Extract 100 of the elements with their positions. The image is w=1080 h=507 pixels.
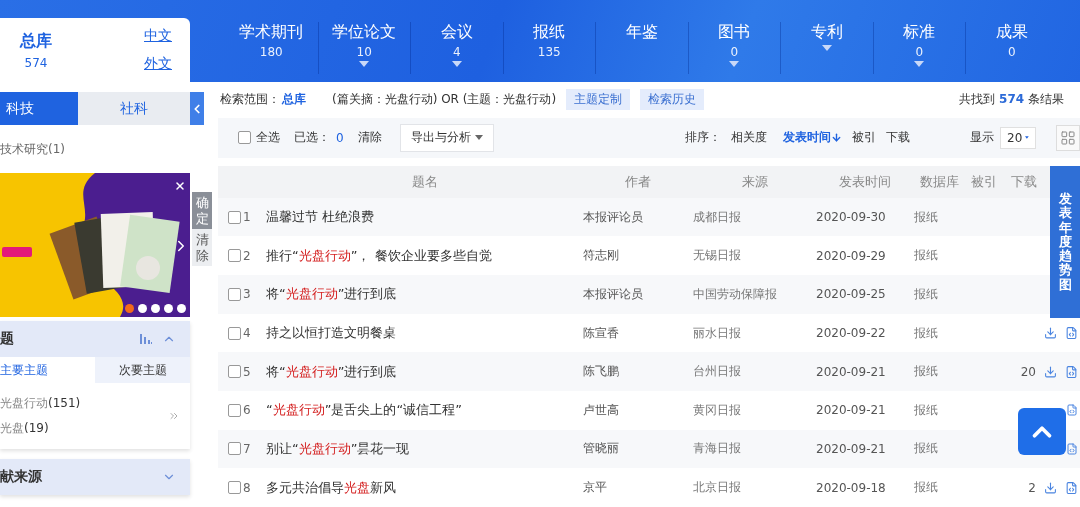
- date-cell-text: 2020-09-21: [816, 442, 887, 456]
- download-count: 20: [1019, 364, 1037, 379]
- row-checkbox[interactable]: [228, 442, 241, 456]
- row-checkbox[interactable]: [228, 403, 241, 417]
- date-cell-text: 2020-09-29: [816, 248, 887, 263]
- title-link[interactable]: 将“光盘行动”进行到底: [266, 362, 583, 381]
- database-tab[interactable]: 会议 4: [410, 22, 503, 74]
- column-header[interactable]: 下载: [1004, 172, 1044, 191]
- author-cell-text: 陈宣香: [583, 324, 620, 342]
- column-header[interactable]: 发表时间: [816, 172, 914, 191]
- library-title[interactable]: 总库: [20, 30, 52, 52]
- section-title: 题: [0, 330, 14, 348]
- column-header[interactable]: 作者: [583, 172, 693, 191]
- source-cell-text: 青海日报: [693, 440, 742, 458]
- html-file-icon[interactable]: [1065, 364, 1078, 379]
- close-icon[interactable]: [174, 180, 186, 192]
- page-size-select[interactable]: 20: [1000, 126, 1036, 149]
- database-tab[interactable]: 标准 0: [872, 22, 965, 74]
- topic-tab[interactable]: 次要主题: [95, 357, 190, 383]
- collapse-button[interactable]: [190, 92, 204, 125]
- sort-option[interactable]: 下载: [886, 129, 910, 147]
- row-number: 7: [243, 442, 251, 456]
- download-count: 2: [1027, 480, 1037, 495]
- clear-link[interactable]: 清除: [357, 129, 382, 147]
- author-cell-text: 京平: [583, 479, 608, 497]
- date-cell-text: 2020-09-21: [816, 364, 887, 379]
- database-cell-text: 报纸: [914, 208, 939, 226]
- database-tab[interactable]: 报纸 135: [502, 22, 595, 74]
- database-cell-text: 报纸: [914, 363, 939, 381]
- back-to-top-button[interactable]: [1018, 408, 1066, 455]
- database-tab[interactable]: 图书 0: [687, 22, 780, 74]
- title-link[interactable]: 别让“光盘行动”昙花一现: [266, 440, 583, 458]
- category-tab[interactable]: 社科: [78, 92, 190, 125]
- sort-option[interactable]: 被引: [852, 129, 876, 147]
- scope-value: 总库: [282, 91, 306, 109]
- sort-option[interactable]: 相关度: [731, 129, 767, 147]
- date-cell-text: 2020-09-30: [816, 210, 887, 225]
- download-icon[interactable]: [1044, 364, 1057, 379]
- title-link[interactable]: 推行“光盘行动”， 餐饮企业要多些自觉: [266, 246, 583, 265]
- row-number: 5: [243, 364, 251, 379]
- database-tab[interactable]: 学术期刊 180: [225, 22, 318, 74]
- carousel-dot[interactable]: [138, 304, 147, 313]
- trend-chart-tab[interactable]: 发表年度趋势图: [1050, 166, 1080, 318]
- html-file-icon[interactable]: [1065, 480, 1078, 495]
- row-checkbox[interactable]: [228, 481, 241, 495]
- select-all-checkbox[interactable]: [238, 131, 251, 145]
- grid-icon: [1060, 129, 1076, 146]
- more-icon[interactable]: [168, 410, 180, 422]
- title-link[interactable]: 将“光盘行动”进行到底: [266, 285, 583, 304]
- download-icon[interactable]: [1044, 326, 1057, 341]
- search-history-button[interactable]: 检索历史: [640, 89, 705, 111]
- database-cell-text: 报纸: [914, 401, 939, 419]
- html-file-icon[interactable]: [1066, 442, 1078, 456]
- clear-button[interactable]: 清除: [192, 229, 212, 267]
- column-header[interactable]: 被引: [964, 172, 1004, 191]
- category-tab[interactable]: 科技: [0, 92, 78, 125]
- source-cell-text: 北京日报: [693, 479, 742, 497]
- row-number: 2: [243, 248, 251, 263]
- result-count: 共找到 574 条结果: [959, 91, 1064, 109]
- column-header[interactable]: 题名: [266, 172, 583, 191]
- database-tab[interactable]: 专利: [780, 22, 873, 74]
- page-size-label: 显示: [970, 129, 994, 147]
- row-checkbox[interactable]: [228, 249, 241, 263]
- bar-chart-icon[interactable]: [140, 334, 152, 344]
- row-checkbox[interactable]: [228, 210, 241, 224]
- carousel-dot[interactable]: [164, 304, 173, 313]
- title-link[interactable]: “光盘行动”是舌尖上的“诚信工程”: [266, 401, 583, 420]
- scope-label: 检索范围：: [220, 91, 280, 109]
- row-checkbox[interactable]: [228, 326, 241, 340]
- grid-view-button[interactable]: [1056, 124, 1080, 151]
- select-all-label[interactable]: 全选: [256, 129, 280, 147]
- html-file-icon[interactable]: [1066, 403, 1078, 418]
- database-tab[interactable]: 年鉴: [595, 22, 688, 74]
- sort-option[interactable]: 发表时间: [783, 129, 842, 147]
- database-tab[interactable]: 成果 0: [965, 22, 1058, 74]
- title-link[interactable]: 多元共治倡导光盘新风: [266, 478, 583, 497]
- download-icon[interactable]: [1044, 480, 1057, 495]
- library-count: 574: [24, 55, 48, 70]
- title-link[interactable]: 温馨过节 杜绝浪费: [266, 208, 583, 227]
- topic-item[interactable]: 光盘(19): [0, 420, 81, 437]
- topic-item[interactable]: 光盘行动(151): [0, 395, 81, 412]
- database-cell-text: 报纸: [914, 247, 939, 265]
- column-header[interactable]: 来源: [693, 172, 816, 191]
- export-dropdown[interactable]: 导出与分析: [399, 123, 494, 152]
- date-cell-text: 2020-09-25: [816, 287, 887, 302]
- column-header[interactable]: 数据库: [914, 172, 964, 191]
- topic-custom-button[interactable]: 主题定制: [566, 89, 631, 111]
- row-checkbox[interactable]: [228, 287, 241, 301]
- database-tab[interactable]: 学位论文 10: [317, 22, 410, 74]
- carousel-dot[interactable]: [151, 304, 160, 313]
- source-cell-text: 丽水日报: [693, 324, 742, 342]
- html-file-icon[interactable]: [1065, 326, 1078, 341]
- subject-item[interactable]: 技术研究(1): [0, 125, 190, 173]
- carousel-dot[interactable]: [125, 304, 134, 313]
- confirm-button[interactable]: 确定: [192, 192, 212, 230]
- language-link[interactable]: 中文: [144, 27, 172, 45]
- row-checkbox[interactable]: [228, 365, 241, 379]
- carousel-dot[interactable]: [177, 304, 186, 313]
- language-link[interactable]: 外文: [144, 55, 172, 73]
- title-link[interactable]: 持之以恒打造文明餐桌: [266, 324, 583, 343]
